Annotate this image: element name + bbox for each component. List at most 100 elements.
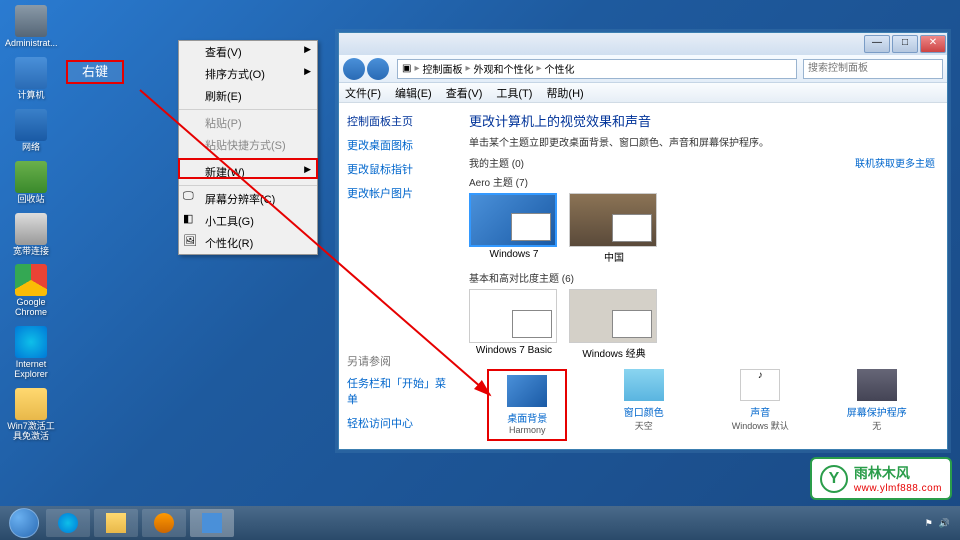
system-tray[interactable]: ⚑ 🔊 [925,518,956,529]
aero-label: Aero 主题 (7) [469,174,935,189]
menu-edit[interactable]: 编辑(E) [395,85,432,101]
cm-paste-shortcut: 粘贴快捷方式(S) [179,134,317,156]
color-button[interactable]: 窗口颜色 天空 [604,369,684,441]
recycle-icon [15,161,47,193]
menu-tools[interactable]: 工具(T) [496,85,532,101]
main-panel: 更改计算机上的视觉效果和声音 单击某个主题立即更改桌面背景、窗口颜色、声音和屏幕… [457,103,947,449]
broadband-icon [15,213,47,245]
breadcrumb-segment[interactable]: 控制面板 [422,61,462,76]
watermark-text: 雨林木风 [854,463,942,483]
minimize-button[interactable]: — [864,35,890,53]
wallpaper-button[interactable]: 桌面背景 Harmony [487,369,567,441]
icon-label: Administrat... [5,39,57,49]
breadcrumb-segment[interactable]: 外观和个性化 [474,61,534,76]
taskbar-media[interactable] [142,509,186,537]
sidebar: 控制面板主页 更改桌面图标 更改鼠标指针 更改帐户图片 另请参阅 任务栏和「开始… [339,103,457,449]
tray-flag-icon[interactable]: ⚑ [925,518,933,529]
cm-new[interactable]: 新建(W)▶ [179,161,317,183]
cm-sort[interactable]: 排序方式(O)▶ [179,63,317,85]
cm-label: 查看(V) [205,47,242,59]
menubar: 文件(F) 编辑(E) 查看(V) 工具(T) 帮助(H) [339,83,947,103]
cm-resolution[interactable]: 🖵屏幕分辨率(C) [179,188,317,210]
personalization-window: — □ ✕ ▣ ▸ 控制面板 ▸ 外观和个性化 ▸ 个性化 文件(F) 编辑(E… [338,32,948,450]
icon-label: Win7激活工具免激活 [5,422,57,442]
theme-win7-basic[interactable]: Windows 7 Basic [469,289,559,360]
folder-icon: ▣ [402,63,411,74]
taskbar: ⚑ 🔊 [0,506,960,540]
cm-refresh[interactable]: 刷新(E) [179,85,317,107]
titlebar[interactable]: — □ ✕ [339,33,947,55]
sidebar-link-icons[interactable]: 更改桌面图标 [347,137,449,153]
icon-label: Google Chrome [5,298,57,318]
bottom-row: 桌面背景 Harmony 窗口颜色 天空 ♪ 声音 Windows 默认 [469,369,935,441]
watermark: Y 雨林木风 www.ylmf888.com [810,457,952,500]
personalize-icon: 🖼 [183,234,199,248]
start-button[interactable] [4,506,44,540]
desktop-icon-folder[interactable]: Win7激活工具免激活 [5,388,57,442]
desktop-icon-computer[interactable]: 计算机 [5,57,57,101]
desktop-icon-network[interactable]: 网络 [5,109,57,153]
search-input[interactable] [803,59,943,79]
more-themes-link[interactable]: 联机获取更多主题 [855,155,935,170]
desktop-icon-admin[interactable]: Administrat... [5,5,57,49]
ie-icon [58,513,78,533]
bottom-title: 桌面背景 [493,410,561,425]
cm-separator [179,185,317,186]
forward-button[interactable] [367,58,389,80]
color-icon [624,369,664,401]
back-button[interactable] [343,58,365,80]
icon-label: 宽带连接 [5,247,57,257]
ie-icon [15,326,47,358]
cm-separator [179,158,317,159]
bottom-title: 屏幕保护程序 [837,404,917,419]
chevron-right-icon: ▶ [304,44,311,55]
cm-gadgets[interactable]: ◧小工具(G) [179,210,317,232]
theme-windows7[interactable]: Windows 7 [469,193,559,264]
cm-label: 排序方式(O) [205,69,265,81]
taskbar-personalization[interactable] [190,509,234,537]
desktop-icon-broadband[interactable]: 宽带连接 [5,213,57,257]
cm-label: 屏幕分辨率(C) [205,194,275,206]
tray-volume-icon[interactable]: 🔊 [939,518,950,529]
network-icon [15,109,47,141]
menu-help[interactable]: 帮助(H) [546,85,583,101]
sound-button[interactable]: ♪ 声音 Windows 默认 [720,369,800,441]
chevron-right-icon: ▸ [537,63,542,74]
sidebar-title[interactable]: 控制面板主页 [347,113,449,129]
sidebar-link-taskbar[interactable]: 任务栏和「开始」菜单 [347,375,449,407]
breadcrumb-segment[interactable]: 个性化 [545,61,575,76]
bottom-title: 窗口颜色 [604,404,684,419]
menu-file[interactable]: 文件(F) [345,85,381,101]
taskbar-explorer[interactable] [94,509,138,537]
theme-label: Windows 7 Basic [476,345,552,356]
theme-classic[interactable]: Windows 经典 [569,289,659,360]
cm-label: 粘贴快捷方式(S) [205,140,286,152]
maximize-button[interactable]: □ [892,35,918,53]
cm-view[interactable]: 查看(V) ▶ [179,41,317,63]
cm-personalize[interactable]: 🖼 个性化(R) [179,232,317,254]
theme-china[interactable]: 中国 [569,193,659,264]
breadcrumb[interactable]: ▣ ▸ 控制面板 ▸ 外观和个性化 ▸ 个性化 [397,59,797,79]
bottom-sub: Harmony [493,425,561,435]
menu-view[interactable]: 查看(V) [446,85,483,101]
icon-label: Internet Explorer [5,360,57,380]
cm-separator [179,109,317,110]
annotation-right-click: 右键 [66,60,124,84]
theme-label: Windows 经典 [582,349,645,360]
chevron-right-icon: ▸ [465,63,470,74]
bottom-sub: Windows 默认 [720,419,800,432]
bottom-sub: 无 [837,419,917,432]
sidebar-link-pointer[interactable]: 更改鼠标指针 [347,161,449,177]
screensaver-button[interactable]: 屏幕保护程序 无 [837,369,917,441]
desktop-icon-ie[interactable]: Internet Explorer [5,326,57,380]
theme-label: Windows 7 [490,249,539,260]
sidebar-link-account[interactable]: 更改帐户图片 [347,185,449,201]
desktop-icon-chrome[interactable]: Google Chrome [5,264,57,318]
desktop-icon-recycle[interactable]: 回收站 [5,161,57,205]
watermark-logo-icon: Y [820,465,848,493]
sidebar-link-ease[interactable]: 轻松访问中心 [347,415,449,431]
taskbar-ie[interactable] [46,509,90,537]
chevron-right-icon: ▶ [304,164,311,175]
close-button[interactable]: ✕ [920,35,946,53]
cm-label: 个性化(R) [205,238,253,250]
